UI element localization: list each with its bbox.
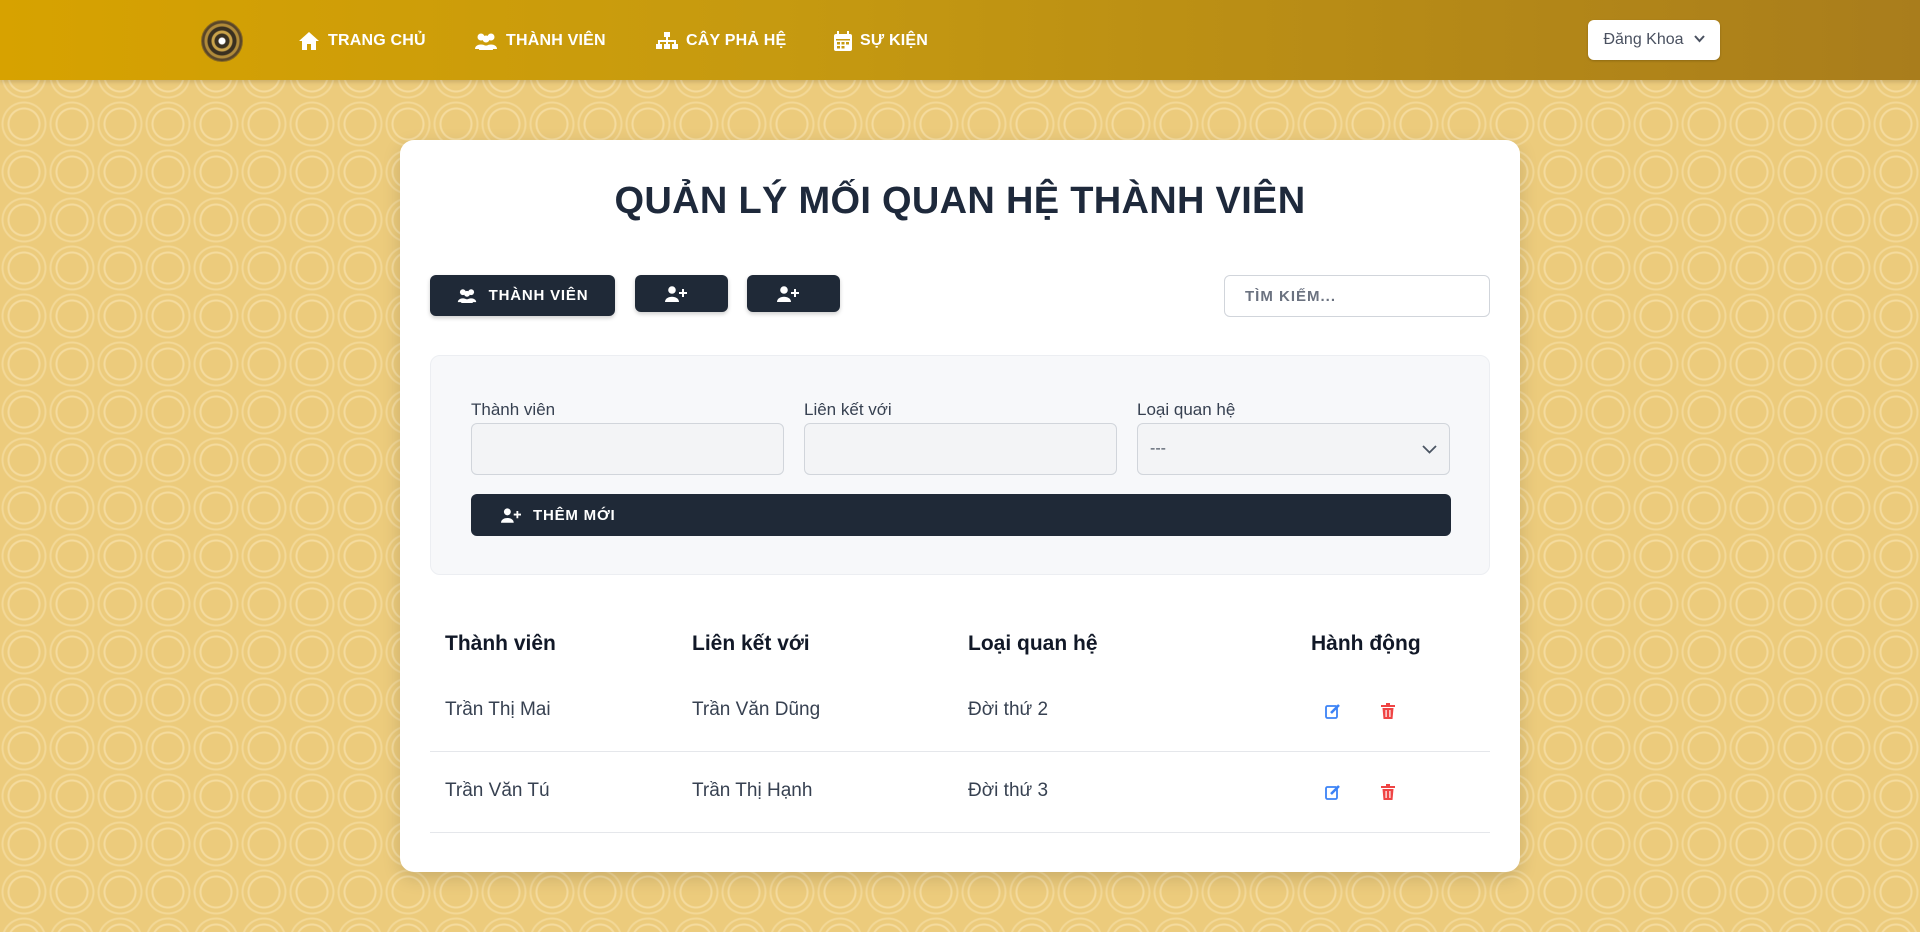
nav-item-members[interactable]: THÀNH VIÊN — [474, 28, 606, 54]
cell-linked: Trần Văn Dũng — [692, 699, 821, 720]
nav-item-label: CÂY PHẢ HỆ — [686, 32, 787, 49]
cell-member: Trần Thị Mai — [445, 699, 551, 720]
cell-type: Đời thứ 2 — [968, 699, 1049, 720]
table-row: Trần Văn Tú Trần Thị Hạnh Đời thứ 3 — [430, 752, 1490, 833]
user-plus-icon — [776, 285, 799, 302]
add-relationship-form: Thành viên Liên kết với Loại quan hệ ---… — [430, 355, 1490, 575]
members-button[interactable]: THÀNH VIÊN — [430, 275, 615, 316]
user-plus-icon — [501, 507, 521, 523]
nav-item-label: TRANG CHỦ — [328, 32, 426, 49]
user-name: Đăng Khoa — [1603, 31, 1684, 48]
add-new-label: THÊM MỚI — [533, 506, 616, 524]
chevron-down-icon — [1693, 34, 1705, 46]
nav-item-home[interactable]: TRANG CHỦ — [298, 28, 426, 54]
column-header: Thành viên — [445, 632, 556, 655]
nav-item-label: THÀNH VIÊN — [506, 32, 606, 49]
cell-linked: Trần Thị Hạnh — [692, 780, 813, 801]
nav-item-family-tree[interactable]: CÂY PHẢ HỆ — [656, 28, 786, 54]
cell-member: Trần Văn Tú — [445, 780, 550, 801]
nav-item-events[interactable]: SỰ KIỆN — [834, 28, 928, 54]
edit-icon[interactable] — [1323, 782, 1343, 802]
delete-icon[interactable] — [1378, 782, 1398, 802]
users-icon — [475, 33, 497, 50]
relationship-type-select[interactable]: --- — [1137, 423, 1450, 475]
column-header: Liên kết với — [692, 632, 810, 655]
linked-member-field[interactable] — [804, 423, 1117, 475]
column-header: Loại quan hệ — [968, 632, 1098, 655]
top-navbar: TRANG CHỦ THÀNH VIÊN CÂY PHẢ HỆ SỰ KIỆN … — [0, 0, 1920, 80]
add-new-button[interactable]: THÊM MỚI — [471, 494, 1451, 536]
chevron-down-icon — [1422, 444, 1437, 454]
page-title: QUẢN LÝ MỐI QUAN HỆ THÀNH VIÊN — [614, 180, 1306, 222]
home-icon — [299, 32, 319, 50]
table-row: Trần Thị Mai Trần Văn Dũng Đời thứ 2 — [430, 671, 1490, 752]
user-plus-icon — [664, 285, 687, 302]
linked-field-label: Liên kết với — [804, 400, 892, 419]
member-field[interactable] — [471, 423, 784, 475]
edit-icon[interactable] — [1323, 701, 1343, 721]
user-menu-button[interactable]: Đăng Khoa — [1588, 20, 1720, 60]
relationship-type-value: --- — [1150, 440, 1166, 457]
add-user-button[interactable] — [635, 275, 728, 312]
relationship-type-label: Loại quan hệ — [1137, 400, 1236, 419]
add-user-button-2[interactable] — [747, 275, 840, 312]
users-icon — [457, 289, 476, 303]
column-header: Hành động — [1311, 632, 1421, 655]
nav-item-label: SỰ KIỆN — [860, 32, 929, 49]
members-button-label: THÀNH VIÊN — [488, 287, 589, 304]
sitemap-icon — [656, 32, 678, 49]
relationship-card: QUẢN LÝ MỐI QUAN HỆ THÀNH VIÊN THÀNH VIÊ… — [400, 140, 1520, 872]
delete-icon[interactable] — [1378, 701, 1398, 721]
cell-type: Đời thứ 3 — [968, 780, 1049, 801]
search-input[interactable] — [1224, 275, 1490, 317]
calendar-icon — [834, 31, 852, 51]
member-field-label: Thành viên — [471, 400, 556, 419]
logo[interactable] — [201, 20, 243, 62]
